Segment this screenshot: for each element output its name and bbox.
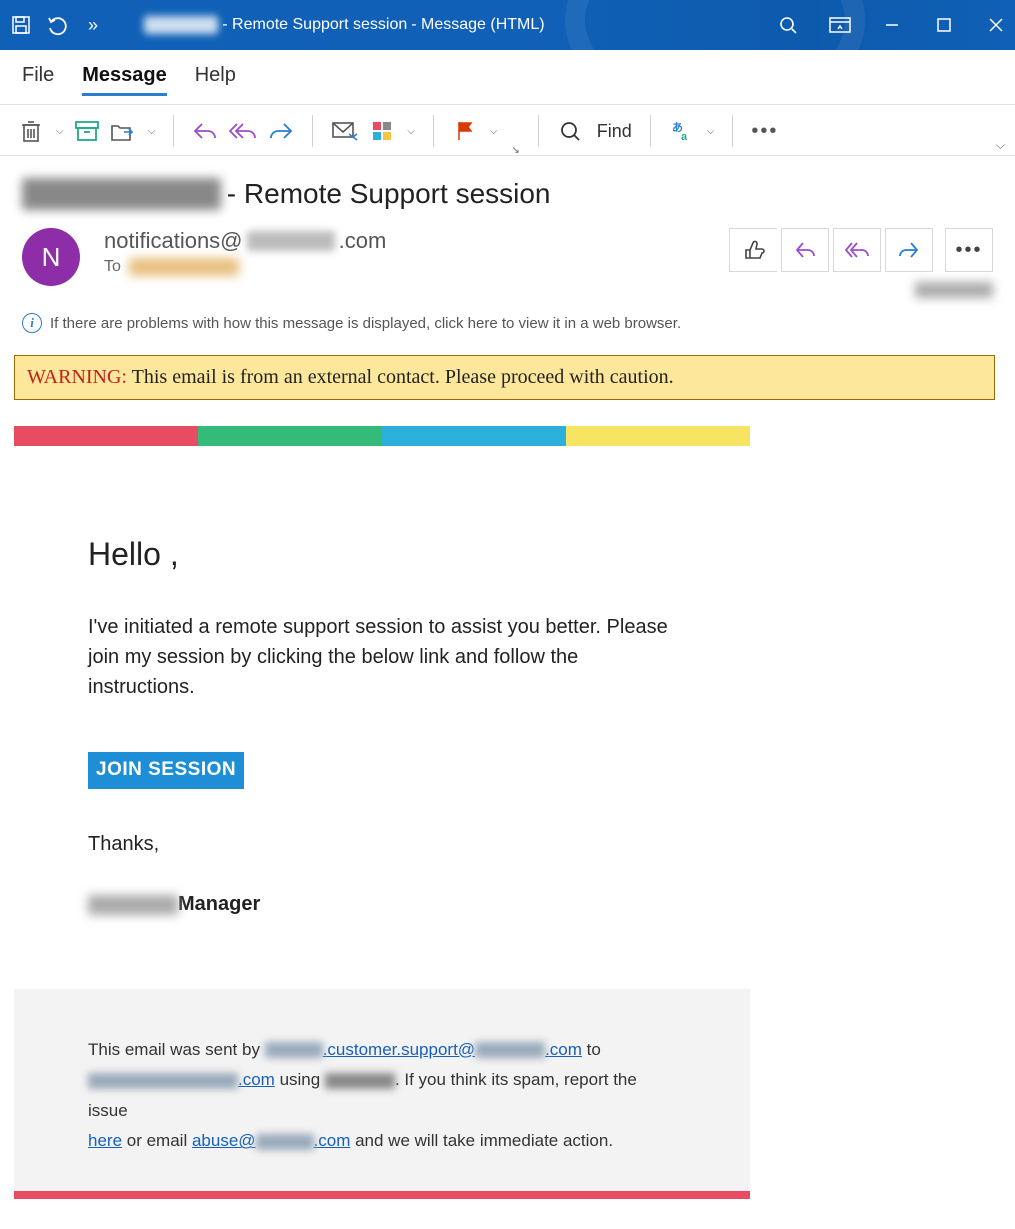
tab-file[interactable]: File xyxy=(22,64,54,96)
message-subject: redacted name - Remote Support session xyxy=(22,178,993,210)
qat-overflow-icon[interactable]: » xyxy=(82,14,104,36)
like-button[interactable] xyxy=(729,228,777,272)
translate-icon[interactable]: あa xyxy=(669,118,695,144)
footer-sender-link[interactable]: .customer.support@.com xyxy=(265,1040,582,1059)
window-close-icon[interactable] xyxy=(983,12,1009,38)
forward-icon[interactable] xyxy=(268,118,294,144)
body-paragraph: I've initiated a remote support session … xyxy=(88,612,676,702)
window-minimize-icon[interactable] xyxy=(879,12,905,38)
ribbon-collapse-icon[interactable]: ⌵ xyxy=(996,138,1005,153)
reply-all-button[interactable] xyxy=(833,228,881,272)
delete-icon[interactable] xyxy=(18,118,44,144)
undo-icon[interactable] xyxy=(46,14,68,36)
move-dropdown[interactable]: ⌵ xyxy=(148,126,156,137)
more-commands-icon[interactable]: ••• xyxy=(751,118,778,144)
report-here-link[interactable]: here xyxy=(88,1131,122,1150)
footer-stripe xyxy=(14,1191,750,1199)
archive-icon[interactable] xyxy=(74,118,100,144)
external-warning-banner: WARNING: This email is from an external … xyxy=(14,355,995,400)
ribbon-tabs: File Message Help xyxy=(0,50,1015,105)
sender-avatar: N xyxy=(22,228,80,286)
share-teams-icon[interactable] xyxy=(331,118,359,144)
join-session-link[interactable]: JOIN SESSION xyxy=(88,752,244,789)
greeting: Hello , xyxy=(88,530,676,578)
save-icon[interactable] xyxy=(10,14,32,36)
email-footer: This email was sent by .customer.support… xyxy=(14,989,750,1191)
search-icon[interactable] xyxy=(775,12,801,38)
window-title: redacted - Remote Support session - Mess… xyxy=(144,16,545,34)
info-icon: i xyxy=(22,313,42,333)
forward-button[interactable] xyxy=(885,228,933,272)
svg-text:a: a xyxy=(681,131,688,142)
thanks-line: Thanks, xyxy=(88,829,676,859)
window-titlebar: » redacted - Remote Support session - Me… xyxy=(0,0,1015,50)
window-maximize-icon[interactable] xyxy=(931,12,957,38)
reply-button[interactable] xyxy=(781,228,829,272)
find-label[interactable]: Find xyxy=(597,121,632,142)
ribbon-mode-icon[interactable] xyxy=(827,12,853,38)
delete-dropdown[interactable]: ⌵ xyxy=(56,126,64,137)
received-time xyxy=(729,282,993,301)
apps-icon[interactable] xyxy=(369,118,395,144)
move-icon[interactable] xyxy=(110,118,136,144)
flag-icon[interactable] xyxy=(452,118,478,144)
view-in-browser-bar[interactable]: i If there are problems with how this me… xyxy=(22,313,993,333)
translate-dropdown[interactable]: ⌵ xyxy=(707,126,715,137)
recipient-line: To recipient xyxy=(104,258,729,276)
flag-dropdown[interactable]: ⌵ xyxy=(490,126,498,137)
tab-help[interactable]: Help xyxy=(195,64,236,96)
color-stripe xyxy=(14,426,750,446)
tags-dialog-launcher[interactable]: ↘ xyxy=(511,145,519,156)
more-actions-button[interactable]: ••• xyxy=(945,228,993,272)
reply-icon[interactable] xyxy=(192,118,218,144)
find-icon[interactable] xyxy=(557,118,583,144)
sender-address: notifications@domain.com xyxy=(104,228,729,254)
apps-dropdown[interactable]: ⌵ xyxy=(407,126,415,137)
footer-recipient-link[interactable]: .com xyxy=(88,1070,275,1089)
ribbon-toolbar: ⌵ ⌵ ⌵ ⌵ ↘ xyxy=(0,105,1015,156)
tab-message[interactable]: Message xyxy=(82,64,167,96)
abuse-email-link[interactable]: abuse@.com xyxy=(192,1131,350,1150)
signature-line: Manager xyxy=(88,889,676,919)
reply-all-icon[interactable] xyxy=(228,118,258,144)
email-body: Hello , I've initiated a remote support … xyxy=(14,460,750,989)
